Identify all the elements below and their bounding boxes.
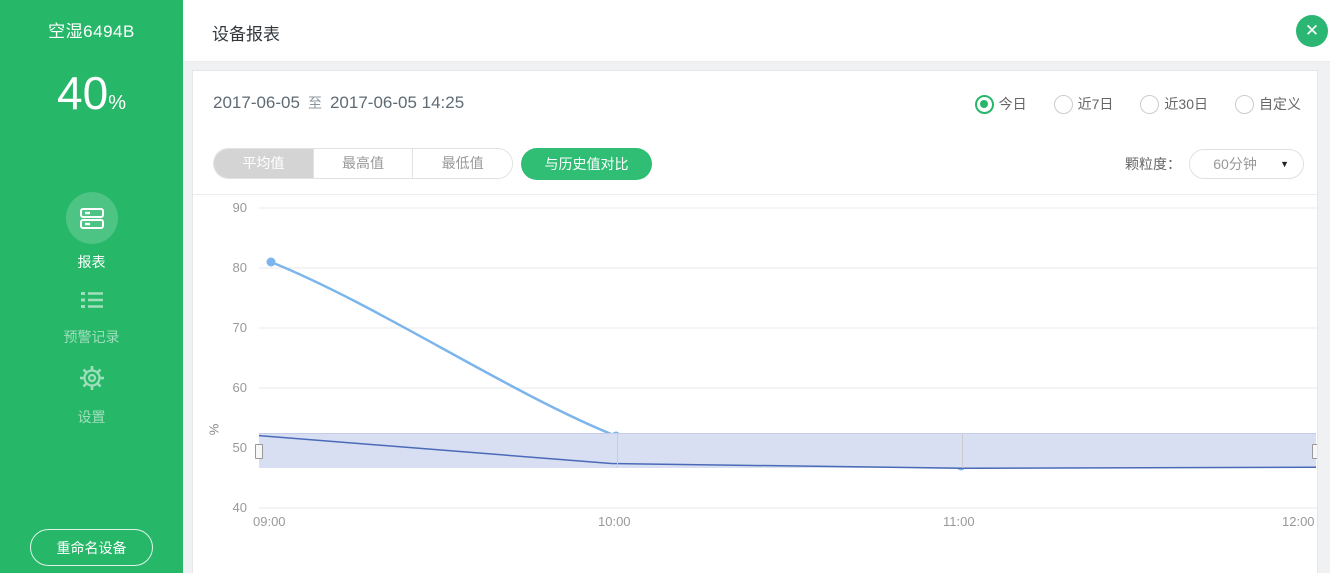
x-tick: 12:00 <box>1282 514 1315 529</box>
range-radio-group: 今日 近7日 近30日 自定义 <box>975 94 1301 114</box>
page-title: 设备报表 <box>212 20 280 45</box>
date-start: 2017-06-05 <box>213 93 300 112</box>
navigator-right-handle-icon[interactable] <box>1312 444 1318 459</box>
rename-device-button[interactable]: 重命名设备 <box>30 529 153 566</box>
tab-maximum[interactable]: 最高值 <box>313 149 413 178</box>
y-tick: 60 <box>207 380 247 395</box>
sidebar-item-label: 设置 <box>0 407 183 427</box>
date-end: 2017-06-05 14:25 <box>330 93 464 112</box>
radio-custom[interactable]: 自定义 <box>1235 94 1301 114</box>
radio-last-30-days[interactable]: 近30日 <box>1140 94 1208 114</box>
date-separator: 至 <box>308 95 322 111</box>
radio-circle-icon <box>1140 95 1159 114</box>
top-bar: 设备报表 <box>183 0 1330 62</box>
granularity-label: 颗粒度： <box>1125 154 1181 174</box>
metric-tab-group: 平均值 最高值 最低值 <box>213 148 513 179</box>
value-number: 40 <box>57 67 108 119</box>
y-tick: 90 <box>207 200 247 215</box>
radio-label: 今日 <box>999 94 1027 114</box>
tab-average[interactable]: 平均值 <box>214 149 313 178</box>
x-tick: 09:00 <box>253 514 286 529</box>
date-range: 2017-06-05 至 2017-06-05 14:25 <box>213 93 464 113</box>
radio-circle-icon <box>1235 95 1254 114</box>
radio-last-7-days[interactable]: 近7日 <box>1054 94 1114 114</box>
compare-history-button[interactable]: 与历史值对比 <box>521 148 652 180</box>
tab-minimum[interactable]: 最低值 <box>412 149 512 178</box>
granularity-value: 60分钟 <box>1190 154 1280 174</box>
sidebar-item-label: 报表 <box>0 252 183 272</box>
close-button[interactable]: ✕ <box>1296 15 1328 47</box>
alert-log-icon <box>78 299 106 316</box>
main-panel: 设备报表 ✕ 2017-06-05 至 2017-06-05 14:25 今日 近7… <box>183 0 1330 573</box>
report-card: 2017-06-05 至 2017-06-05 14:25 今日 近7日 近30日 <box>192 70 1318 573</box>
value-unit: % <box>108 92 126 114</box>
app-root: 空湿6494B 40% 报表 <box>0 0 1330 573</box>
radio-circle-icon <box>1054 95 1073 114</box>
x-tick: 10:00 <box>598 514 631 529</box>
radio-circle-icon <box>975 95 994 114</box>
y-tick: 50 <box>207 440 247 455</box>
navigator-gridline <box>617 434 618 468</box>
sidebar-item-report[interactable]: 报表 <box>0 192 183 272</box>
x-tick: 11:00 <box>943 514 975 529</box>
sidebar-item-label: 预警记录 <box>0 327 183 347</box>
granularity-select[interactable]: 60分钟 ▼ <box>1189 149 1304 179</box>
sidebar-item-alert-log[interactable]: 预警记录 <box>0 288 183 347</box>
radio-label: 自定义 <box>1259 94 1301 114</box>
report-icon <box>66 192 118 244</box>
device-current-value: 40% <box>0 66 183 120</box>
sidebar-item-settings[interactable]: 设置 <box>0 364 183 427</box>
chevron-down-icon: ▼ <box>1280 159 1289 169</box>
settings-icon <box>78 379 106 396</box>
sidebar: 空湿6494B 40% 报表 <box>0 0 183 573</box>
navigator-line <box>259 434 1316 469</box>
granularity-control: 颗粒度： 60分钟 ▼ <box>1125 149 1304 179</box>
y-tick: 70 <box>207 320 247 335</box>
radio-today[interactable]: 今日 <box>975 94 1027 114</box>
radio-label: 近30日 <box>1164 94 1208 114</box>
y-tick: 80 <box>207 260 247 275</box>
y-axis-label: % <box>206 424 221 436</box>
close-icon: ✕ <box>1305 21 1319 40</box>
y-tick: 40 <box>207 500 247 515</box>
navigator-left-handle-icon[interactable] <box>255 444 263 459</box>
chart-navigator[interactable] <box>259 433 1316 468</box>
device-name: 空湿6494B <box>0 17 183 42</box>
line-chart: 90 80 70 60 50 40 % 09:00 10:00 11:00 12… <box>193 194 1318 573</box>
radio-label: 近7日 <box>1078 94 1114 114</box>
navigator-gridline <box>962 434 963 468</box>
